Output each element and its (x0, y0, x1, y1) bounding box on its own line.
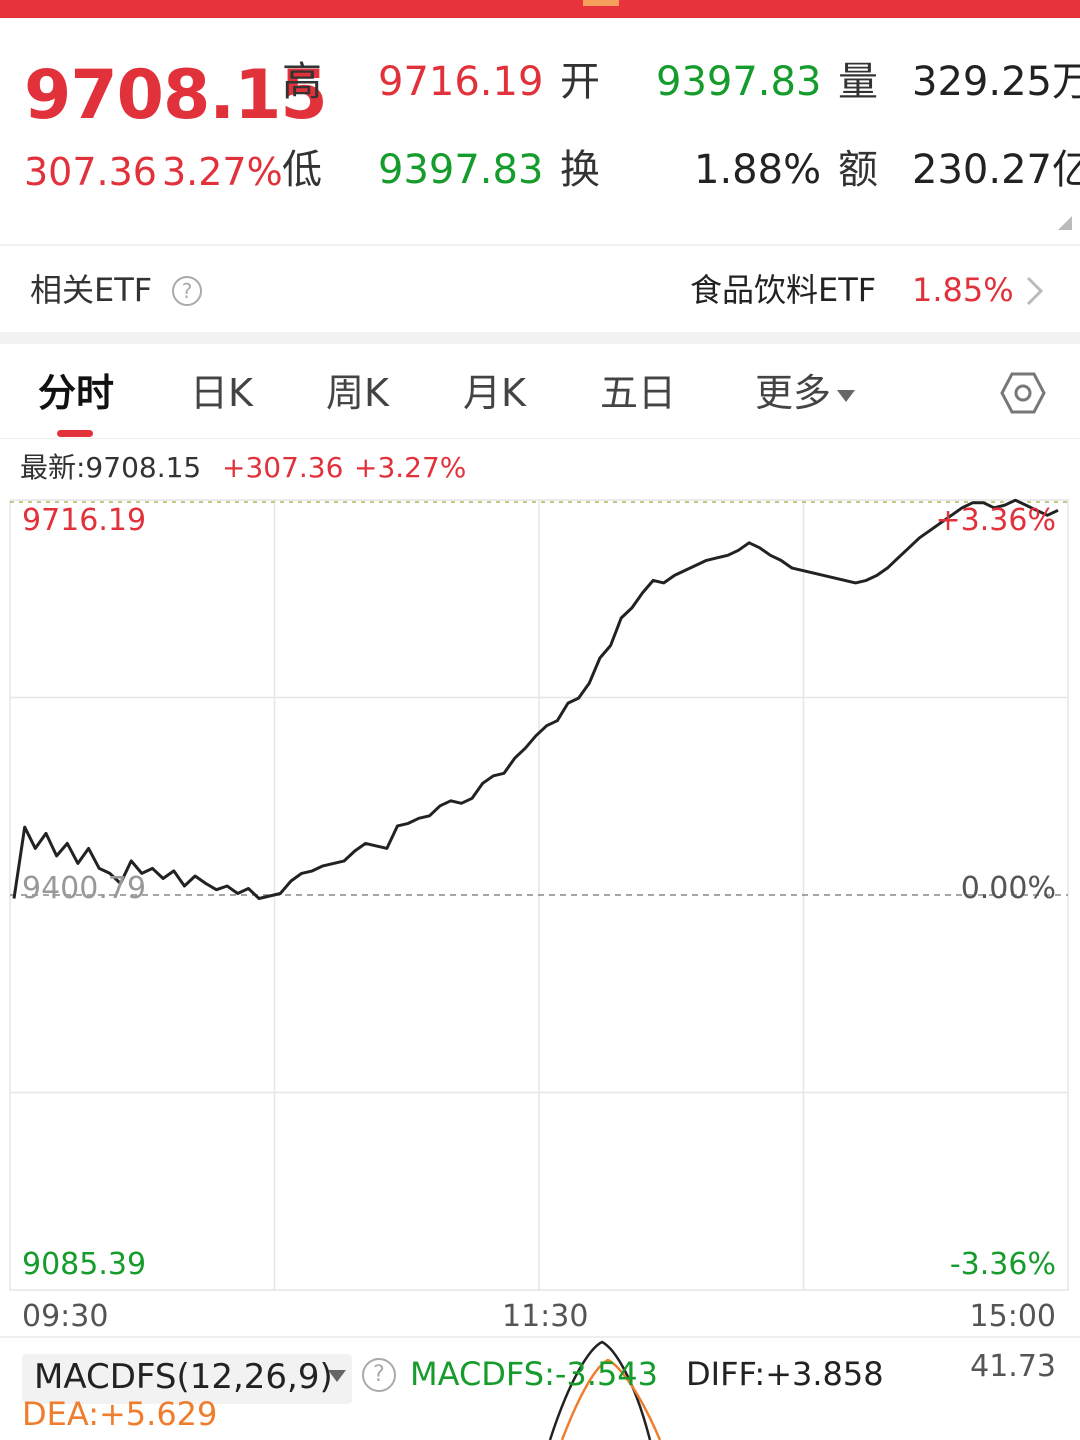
etf-fund-name: 食品饮料ETF (690, 271, 877, 309)
latest-change: +307.36 (222, 451, 344, 484)
settings-icon[interactable] (1000, 370, 1046, 416)
section-gap (0, 332, 1080, 344)
indicator-max-value: 41.73 (970, 1349, 1056, 1384)
low-label: 低 (282, 147, 322, 193)
y-tick-zero-percent: 0.00% (960, 871, 1056, 906)
indicator-help-icon[interactable]: ? (362, 1358, 396, 1392)
turnover-value: 1.88% (694, 147, 822, 193)
low-value: 9397.83 (378, 147, 544, 193)
latest-price-label: 最新:9708.15 (20, 451, 202, 484)
indicator-dropdown-caret-icon (328, 1370, 346, 1382)
tab-more-label: 更多 (755, 371, 832, 415)
etf-fund-change: 1.85% (912, 271, 1014, 309)
open-value: 9397.83 (656, 59, 822, 105)
amount-label: 额 (838, 147, 878, 193)
y-tick-low-percent: -3.36% (949, 1247, 1056, 1282)
y-tick-high: 9716.19 (22, 503, 147, 538)
amount-value: 230.27亿 (912, 147, 1080, 193)
indicator-selector-label: MACDFS(12,26,9) (34, 1357, 333, 1397)
high-label: 高 (282, 59, 322, 105)
tab-daily-k[interactable]: 日K (190, 374, 253, 412)
diff-value: DIFF:+3.858 (686, 1355, 884, 1393)
price-line-series (12, 498, 1059, 900)
high-value: 9716.19 (378, 59, 544, 105)
intraday-chart-svg (9, 498, 1069, 1291)
open-label: 开 (560, 59, 600, 105)
expand-corner-icon[interactable] (1058, 216, 1072, 230)
intraday-chart[interactable]: 9716.19 9400.79 9085.39 +3.36% 0.00% -3.… (0, 490, 1080, 1300)
active-tab-indicator (57, 430, 93, 437)
dropdown-caret-icon (837, 389, 856, 402)
related-etf-label: 相关ETF (30, 271, 153, 309)
tab-monthly-k[interactable]: 月K (463, 374, 526, 412)
latest-change-percent: +3.27% (354, 451, 467, 484)
price-change-percent: 3.27% (162, 150, 283, 194)
top-status-bar (0, 0, 1080, 18)
tab-five-day[interactable]: 五日 (600, 374, 676, 412)
y-tick-low: 9085.39 (22, 1247, 147, 1282)
turnover-label: 换 (560, 147, 600, 193)
y-tick-reference: 9400.79 (22, 871, 147, 906)
y-tick-high-percent: +3.36% (935, 503, 1056, 538)
tab-more[interactable]: 更多 (755, 371, 856, 415)
status-bar-marker (583, 0, 619, 6)
chart-tabs: 分时 日K 周K 月K 五日 更多 (0, 344, 1080, 439)
tab-weekly-k[interactable]: 周K (326, 374, 389, 412)
chevron-right-icon (1026, 276, 1044, 306)
tab-intraday[interactable]: 分时 (38, 374, 114, 412)
dea-value: DEA:+5.629 (22, 1395, 218, 1433)
related-etf-row[interactable]: 相关ETF 食品饮料ETF 1.85% (0, 246, 1080, 332)
x-tick-close: 15:00 (969, 1299, 1056, 1334)
quote-header: 9708.15 307.36 3.27% 高 9716.19 低 9397.83… (0, 18, 1080, 244)
volume-label: 量 (838, 59, 878, 105)
price-change: 307.36 (24, 150, 157, 194)
macdfs-value: MACDFS:-3.543 (410, 1355, 659, 1393)
x-tick-midday: 11:30 (502, 1299, 589, 1334)
help-icon[interactable]: ? (172, 276, 202, 306)
x-tick-open: 09:30 (22, 1299, 109, 1334)
volume-value: 329.25万 (912, 59, 1080, 105)
